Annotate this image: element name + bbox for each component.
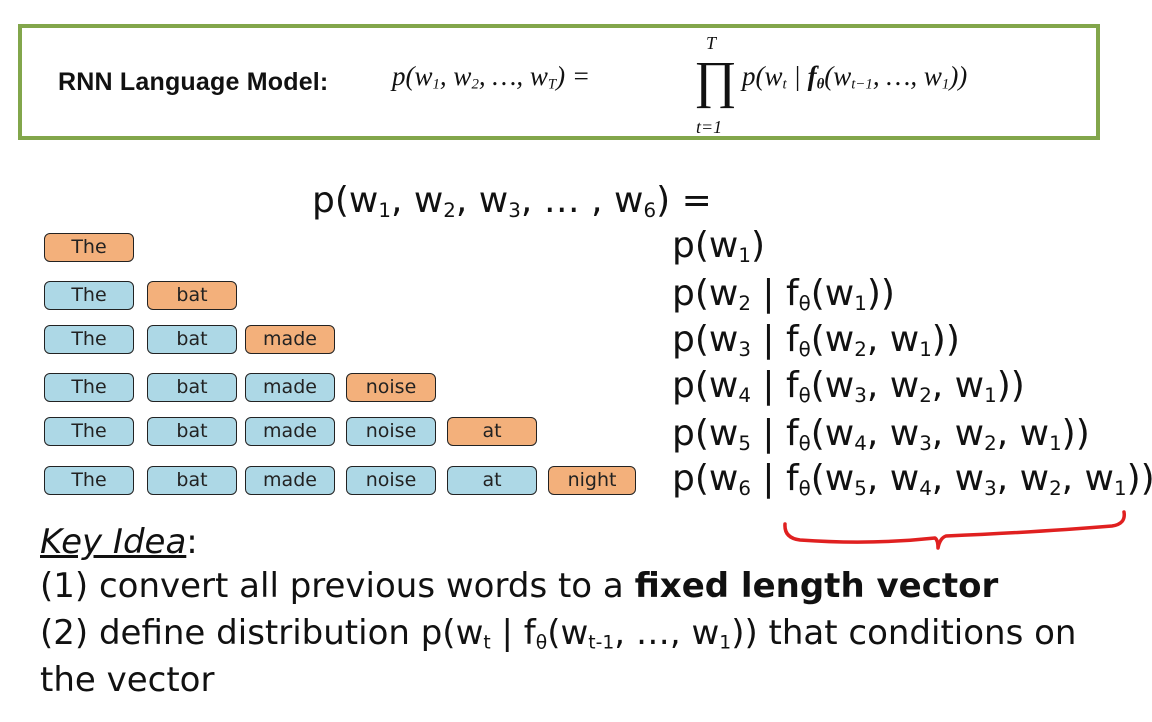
word-box-row5-at: at xyxy=(447,417,537,446)
word-box-row6-noise: noise xyxy=(346,466,436,495)
product-lower-limit: t=1 xyxy=(696,117,723,137)
formula-lhs: p(w1, w2, …, wT) = xyxy=(392,61,591,93)
product-symbol: ∏ xyxy=(694,52,737,109)
probability-term-5: p(w5 | fθ(w4, w3, w2, w1)) xyxy=(672,413,1090,455)
word-box-row6-bat: bat xyxy=(147,466,237,495)
word-box-row5-made: made xyxy=(245,417,335,446)
joint-probability-title: p(w1, w2, w3, … , w6) = xyxy=(312,180,712,222)
word-box-row2-bat: bat xyxy=(147,281,237,310)
word-box-row4-bat: bat xyxy=(147,373,237,402)
formula-rhs: p(wt | fθ(wt−1, …, w1)) xyxy=(742,61,968,93)
probability-term-6: p(w6 | fθ(w5, w4, w3, w2, w1)) xyxy=(672,458,1152,500)
word-box-row6-at: at xyxy=(447,466,537,495)
product-operator: T ∏ t=1 xyxy=(692,31,740,141)
probability-term-1: p(w1) xyxy=(672,225,765,267)
word-box-row6-made: made xyxy=(245,466,335,495)
key-idea-line-3: the vector xyxy=(40,660,215,700)
product-upper-limit: T xyxy=(706,33,717,53)
word-box-row4-made: made xyxy=(245,373,335,402)
word-box-row3-made: made xyxy=(245,325,335,354)
probability-term-2: p(w2 | fθ(w1)) xyxy=(672,273,895,315)
probability-term-4: p(w4 | fθ(w3, w2, w1)) xyxy=(672,365,1025,407)
header-label: RNN Language Model: xyxy=(58,68,329,96)
key-idea-line-2: (2) define distribution p(wt | fθ(wt-1, … xyxy=(40,613,1077,654)
word-box-row4-noise: noise xyxy=(346,373,436,402)
word-box-row1-the: The xyxy=(44,233,134,262)
word-box-row6-the: The xyxy=(44,466,134,495)
word-box-row2-the: The xyxy=(44,281,134,310)
key-idea-line-1: (1) convert all previous words to a fixe… xyxy=(40,566,999,606)
key-idea-heading: Key Idea: xyxy=(40,522,198,562)
header-box: RNN Language Model: p(w1, w2, …, wT) = T… xyxy=(18,24,1100,140)
word-box-row5-noise: noise xyxy=(346,417,436,446)
probability-term-3: p(w3 | fθ(w2, w1)) xyxy=(672,319,960,361)
word-box-row4-the: The xyxy=(44,373,134,402)
word-box-row3-bat: bat xyxy=(147,325,237,354)
word-box-row5-bat: bat xyxy=(147,417,237,446)
word-box-row6-night: night xyxy=(548,466,636,495)
word-box-row3-the: The xyxy=(44,325,134,354)
word-box-row5-the: The xyxy=(44,417,134,446)
